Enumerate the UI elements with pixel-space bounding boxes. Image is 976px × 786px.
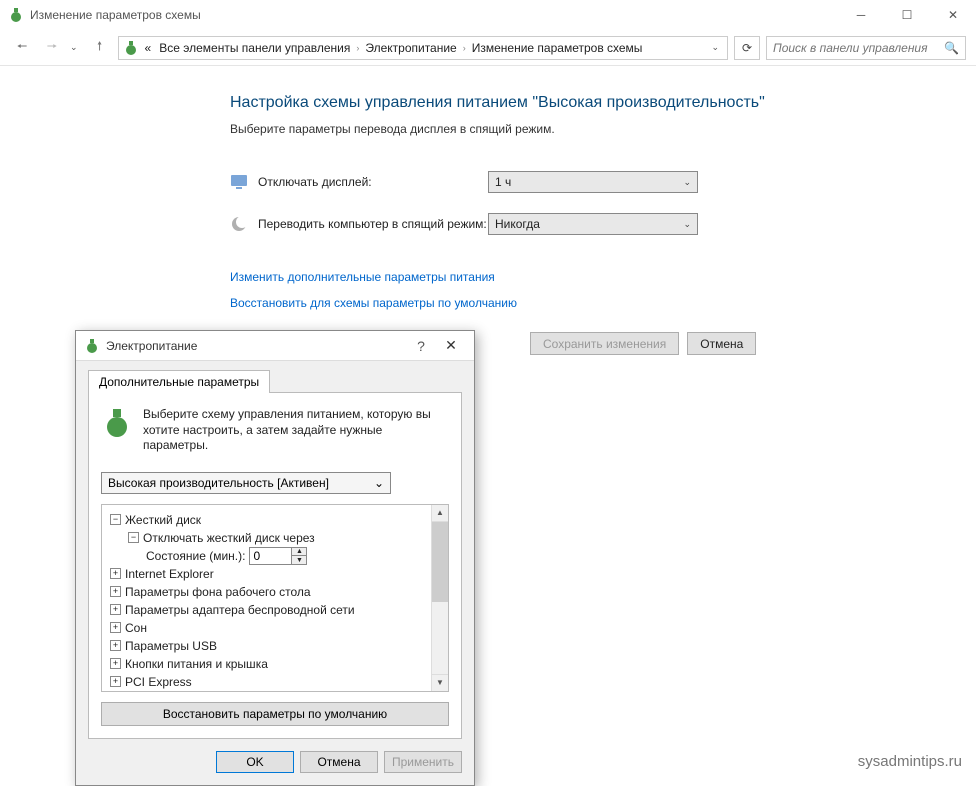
dialog-title: Электропитание	[106, 339, 406, 353]
tree-item-usb[interactable]: +Параметры USB	[106, 637, 427, 655]
watermark: sysadmintips.ru	[858, 753, 962, 770]
tree-item-hdd[interactable]: −Жесткий диск	[106, 511, 427, 529]
collapse-icon[interactable]: −	[128, 532, 139, 543]
dialog-help-button[interactable]: ?	[406, 338, 436, 354]
tree-item-desktop-bg[interactable]: +Параметры фона рабочего стола	[106, 583, 427, 601]
expand-icon[interactable]: +	[110, 640, 121, 651]
breadcrumb[interactable]: Электропитание	[363, 41, 458, 55]
power-plan-icon	[101, 407, 133, 439]
tree-item-pci[interactable]: +PCI Express	[106, 673, 427, 691]
main-content: Настройка схемы управления питанием "Выс…	[0, 66, 976, 310]
page-subtitle: Выберите параметры перевода дисплея в сп…	[230, 122, 936, 136]
scheme-combo-value: Высокая производительность [Активен]	[108, 476, 329, 490]
minutes-input[interactable]	[250, 548, 292, 564]
tree-scrollbar[interactable]: ▲ ▼	[431, 505, 448, 691]
search-icon[interactable]: 🔍	[944, 41, 959, 55]
setting-row-sleep: Переводить компьютер в спящий режим: Ник…	[230, 206, 936, 242]
scroll-down-button[interactable]: ▼	[432, 674, 448, 691]
links-section: Изменить дополнительные параметры питани…	[230, 270, 936, 310]
display-off-label: Отключать дисплей:	[258, 175, 488, 189]
dialog-info-text: Выберите схему управления питанием, кото…	[143, 407, 449, 454]
restore-defaults-link[interactable]: Восстановить для схемы параметры по умол…	[230, 296, 936, 310]
power-options-dialog: Электропитание ? ✕ Дополнительные параме…	[75, 330, 475, 786]
spin-down[interactable]: ▼	[292, 556, 306, 564]
dialog-titlebar: Электропитание ? ✕	[76, 331, 474, 361]
dialog-footer: OK Отмена Применить	[88, 739, 462, 773]
window-title: Изменение параметров схемы	[30, 8, 838, 22]
forward-button[interactable]: 🠖	[40, 36, 64, 60]
chevron-down-icon: ⌄	[683, 177, 691, 188]
expand-icon[interactable]: +	[110, 676, 121, 687]
breadcrumb[interactable]: Все элементы панели управления	[157, 41, 352, 55]
tree-item-hdd-off[interactable]: −Отключать жесткий диск через	[106, 529, 427, 547]
save-button[interactable]: Сохранить изменения	[530, 332, 679, 355]
setting-row-display-off: Отключать дисплей: 1 ч ⌄	[230, 164, 936, 200]
settings-tree-container: −Жесткий диск −Отключать жесткий диск че…	[101, 504, 449, 692]
ok-button[interactable]: OK	[216, 751, 294, 773]
advanced-settings-link[interactable]: Изменить дополнительные параметры питани…	[230, 270, 936, 284]
window-titlebar: Изменение параметров схемы ─ ☐ ✕	[0, 0, 976, 30]
tab-strip: Дополнительные параметры	[88, 369, 462, 392]
scroll-thumb[interactable]	[432, 522, 448, 602]
minutes-spinner[interactable]: ▲▼	[249, 547, 307, 565]
expand-icon[interactable]: +	[110, 568, 121, 579]
breadcrumb[interactable]: «	[143, 41, 154, 55]
settings-tree[interactable]: −Жесткий диск −Отключать жесткий диск че…	[102, 505, 431, 691]
sleep-combo[interactable]: Никогда ⌄	[488, 213, 698, 235]
sleep-value: Никогда	[495, 217, 540, 231]
tree-item-wifi[interactable]: +Параметры адаптера беспроводной сети	[106, 601, 427, 619]
refresh-button[interactable]: ⟳	[734, 36, 760, 60]
restore-defaults-button[interactable]: Восстановить параметры по умолчанию	[101, 702, 449, 726]
monitor-icon	[230, 173, 248, 191]
power-options-icon	[123, 40, 139, 56]
chevron-right-icon: ›	[463, 43, 466, 53]
tab-advanced[interactable]: Дополнительные параметры	[88, 370, 270, 393]
chevron-down-icon: ⌄	[683, 219, 691, 230]
maximize-button[interactable]: ☐	[884, 0, 930, 30]
address-dropdown[interactable]: ⌄	[707, 42, 723, 53]
expand-icon[interactable]: +	[110, 658, 121, 669]
footer-buttons: Сохранить изменения Отмена	[530, 332, 756, 355]
collapse-icon[interactable]: −	[110, 514, 121, 525]
scroll-up-button[interactable]: ▲	[432, 505, 448, 522]
explorer-toolbar: 🠔 🠖 ⌄ 🠕 « Все элементы панели управления…	[0, 30, 976, 66]
moon-icon	[230, 215, 248, 233]
spin-up[interactable]: ▲	[292, 548, 306, 557]
dialog-close-button[interactable]: ✕	[436, 337, 466, 354]
display-off-combo[interactable]: 1 ч ⌄	[488, 171, 698, 193]
expand-icon[interactable]: +	[110, 586, 121, 597]
display-off-value: 1 ч	[495, 175, 511, 189]
breadcrumb[interactable]: Изменение параметров схемы	[470, 41, 645, 55]
back-button[interactable]: 🠔	[10, 36, 34, 60]
sleep-label: Переводить компьютер в спящий режим:	[258, 217, 488, 231]
apply-button[interactable]: Применить	[384, 751, 462, 773]
address-bar[interactable]: « Все элементы панели управления › Элект…	[118, 36, 728, 60]
cancel-button[interactable]: Отмена	[687, 332, 756, 355]
expand-icon[interactable]: +	[110, 604, 121, 615]
expand-icon[interactable]: +	[110, 622, 121, 633]
tab-panel: Выберите схему управления питанием, кото…	[88, 392, 462, 739]
chevron-down-icon: ⌄	[374, 476, 384, 490]
scheme-combo[interactable]: Высокая производительность [Активен] ⌄	[101, 472, 391, 494]
tree-item-hdd-state[interactable]: Состояние (мин.): ▲▼	[106, 547, 427, 565]
power-options-icon	[84, 338, 100, 354]
dialog-cancel-button[interactable]: Отмена	[300, 751, 378, 773]
search-box[interactable]: 🔍	[766, 36, 966, 60]
tree-item-sleep[interactable]: +Сон	[106, 619, 427, 637]
chevron-right-icon: ›	[356, 43, 359, 53]
close-button[interactable]: ✕	[930, 0, 976, 30]
tree-item-buttons-lid[interactable]: +Кнопки питания и крышка	[106, 655, 427, 673]
history-dropdown[interactable]: ⌄	[70, 42, 78, 53]
power-options-icon	[8, 7, 24, 23]
tree-item-ie[interactable]: +Internet Explorer	[106, 565, 427, 583]
search-input[interactable]	[773, 41, 944, 55]
up-button[interactable]: 🠕	[88, 36, 112, 60]
page-title: Настройка схемы управления питанием "Выс…	[230, 94, 936, 112]
minimize-button[interactable]: ─	[838, 0, 884, 30]
